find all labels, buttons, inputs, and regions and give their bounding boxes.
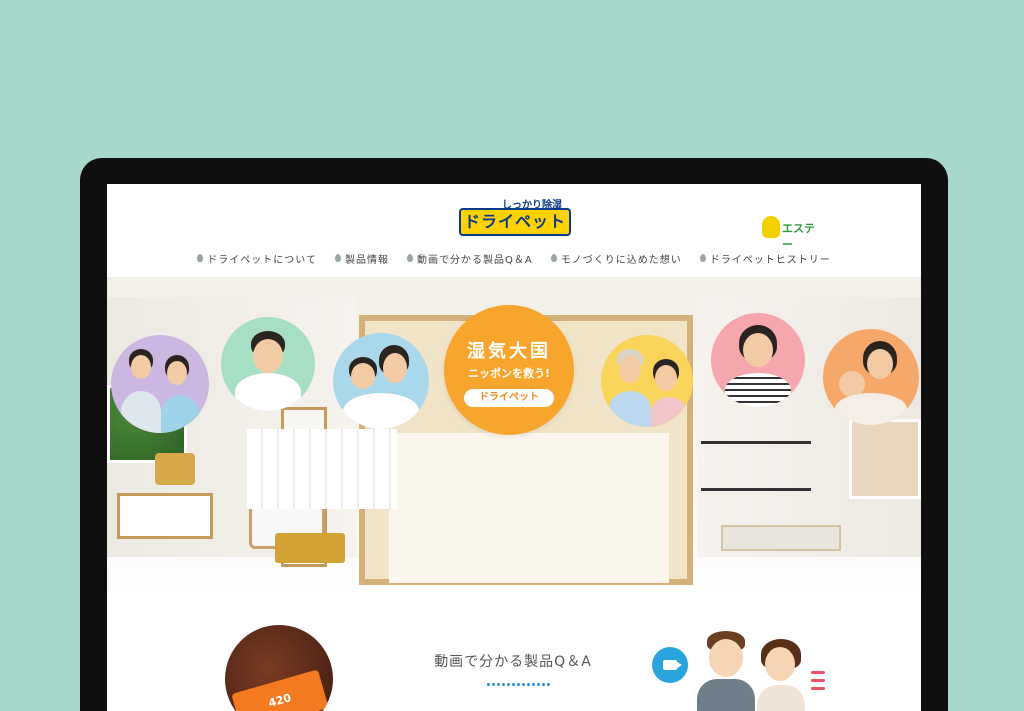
family-photo-woman — [711, 313, 805, 407]
nav-item-history[interactable]: ドライペットヒストリー — [699, 248, 831, 268]
illustration-man — [697, 631, 755, 711]
family-photo-mother-child — [333, 333, 429, 429]
nav-label: ドライペットヒストリー — [709, 254, 831, 266]
suitcase — [275, 533, 345, 563]
hanging-clothes — [247, 429, 397, 509]
droplet-icon — [334, 254, 341, 262]
video-qa-section: 420 動画で分かる製品Q＆A — [107, 593, 921, 711]
illustration-woman — [755, 639, 807, 711]
hero-subtitle: ニッポンを救う! — [467, 367, 551, 380]
letter-board — [849, 419, 921, 499]
family-photo-young-man — [221, 317, 315, 411]
site-header: しっかり除湿 ドライペット エステー — [107, 184, 921, 251]
hero-product-button[interactable]: ドライペット — [464, 389, 554, 407]
droplet-icon — [406, 254, 413, 262]
droplet-icon — [550, 254, 557, 262]
hero-badge: 湿気大国 ニッポンを救う! ドライペット — [444, 305, 574, 435]
product-label: 420 — [267, 691, 293, 710]
brand-logo[interactable]: ドライペット — [459, 208, 571, 236]
product-package: 420 — [231, 669, 329, 711]
nav-item-video-qa[interactable]: 動画で分かる製品Q＆A — [406, 248, 533, 268]
nav-item-craftsmanship[interactable]: モノづくりに込めた想い — [550, 248, 682, 268]
sideboard — [721, 525, 841, 551]
wall-shelf — [701, 441, 811, 491]
droplet-icon — [699, 254, 706, 262]
partner-mark-icon — [762, 216, 780, 238]
main-nav: ドライペットについて 製品情報 動画で分かる製品Q＆A モノづくりに込めた想い … — [107, 248, 921, 268]
hero-banner: 湿気大国 ニッポンを救う! ドライペット — [107, 277, 921, 593]
family-photo-couple — [111, 335, 209, 433]
section-title[interactable]: 動画で分かる製品Q＆A — [425, 651, 601, 671]
droplet-icon — [197, 254, 204, 262]
nav-label: 動画で分かる製品Q＆A — [416, 254, 533, 266]
desk — [117, 493, 213, 539]
product-image[interactable]: 420 — [225, 625, 333, 711]
emphasis-lines-icon — [811, 671, 827, 701]
handbag — [155, 453, 195, 485]
nav-item-about[interactable]: ドライペットについて — [197, 248, 317, 268]
partner-logo[interactable]: エステー — [762, 214, 822, 251]
nav-label: モノづくりに込めた想い — [560, 254, 682, 266]
nav-label: 製品情報 — [344, 254, 389, 266]
browser-screen: しっかり除湿 ドライペット エステー ドライペットについて 製品情報 動画で分か… — [107, 184, 921, 711]
dotted-underline — [487, 683, 550, 686]
hero-title: 湿気大国 — [467, 341, 551, 362]
nav-item-products[interactable]: 製品情報 — [334, 248, 389, 268]
video-camera-icon[interactable] — [652, 647, 688, 683]
family-photo-grandparents — [601, 335, 693, 427]
family-photo-mother-baby — [823, 329, 919, 425]
nav-label: ドライペットについて — [207, 254, 317, 266]
